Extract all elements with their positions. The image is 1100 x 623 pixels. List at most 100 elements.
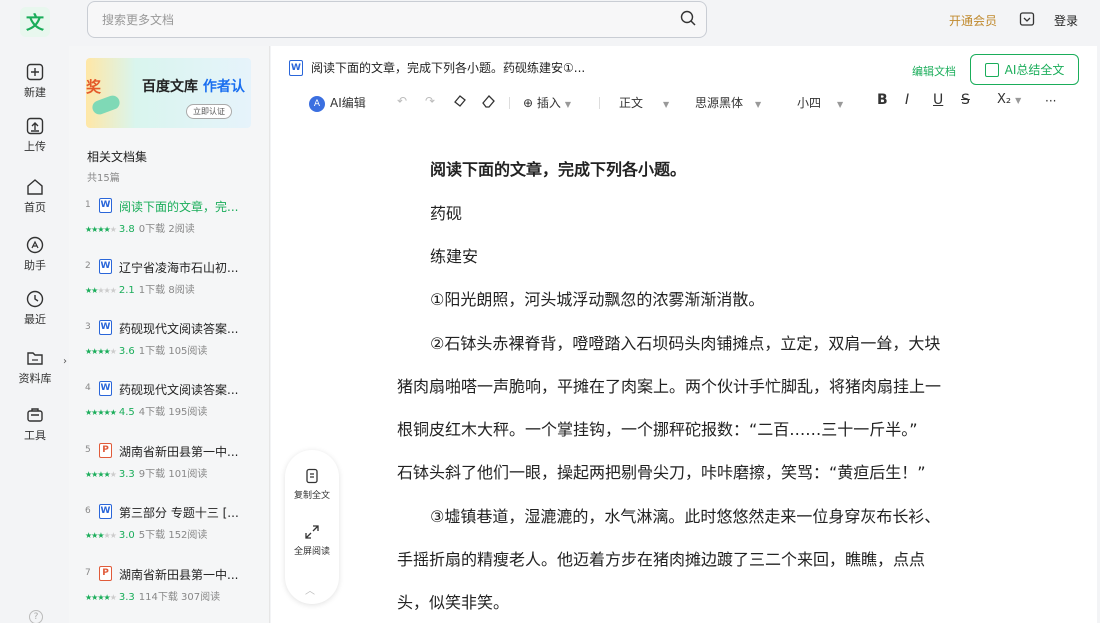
toolbar-divider bbox=[599, 97, 600, 109]
related-docs-sidebar: 奖 百度文库 作者认 立即认证 相关文档集 共15篇 1 W 阅读下面的文章，完..… bbox=[69, 46, 270, 623]
nav-home[interactable]: 首页 bbox=[8, 177, 62, 215]
upload-icon bbox=[25, 116, 45, 136]
redo-icon[interactable]: ↷ bbox=[425, 94, 435, 108]
font-size-dropdown[interactable]: 小四 ▼ bbox=[797, 94, 843, 111]
doc-index: 4 bbox=[85, 383, 91, 393]
doc-reads: 2阅读 bbox=[168, 224, 195, 235]
login-button[interactable]: 登录 bbox=[1054, 12, 1078, 29]
nav-library[interactable]: 资料库 bbox=[8, 348, 62, 386]
style-dropdown[interactable]: 正文 ▼ bbox=[619, 94, 669, 111]
expand-chevron-icon[interactable]: › bbox=[63, 356, 67, 367]
doc-downloads: 9下载 bbox=[138, 469, 166, 480]
nav-new[interactable]: 新建 bbox=[8, 62, 62, 100]
underline-button[interactable]: U bbox=[933, 92, 943, 108]
rating-stars-icon: ★★★★★ bbox=[85, 286, 117, 295]
pdf-file-icon: P bbox=[99, 566, 112, 581]
bold-button[interactable]: B bbox=[877, 92, 888, 108]
home-icon bbox=[25, 177, 45, 197]
word-file-icon: W bbox=[99, 198, 112, 213]
related-doc-item[interactable]: 2 W 辽宁省凌海市石山初... ★★★★★ 2.1 1下载 8阅读 bbox=[85, 257, 261, 305]
insert-plus-icon: ⊕ bbox=[523, 96, 534, 110]
doc-paragraph: 猪肉扇啪嗒一声脆响，平摊在了肉案上。两个伙计手忙脚乱，将猪肉扇挂上一 bbox=[397, 377, 942, 396]
related-doc-item[interactable]: 4 W 药砚现代文阅读答案... ★★★★★ 4.5 4下载 195阅读 bbox=[85, 379, 261, 427]
fullscreen-button[interactable]: 全屏阅读 bbox=[285, 524, 339, 557]
rating-stars-icon: ★★★★★ bbox=[85, 225, 117, 234]
fullscreen-icon bbox=[304, 524, 320, 540]
doc-paragraph: 石钵头斜了他们一眼，操起两把剔骨尖刀，咔咔磨擦，笑骂：“黄疸后生！” bbox=[397, 463, 926, 482]
rating-stars-icon: ★★★★★ bbox=[85, 470, 117, 479]
word-file-icon: W bbox=[99, 381, 112, 396]
message-icon[interactable] bbox=[1019, 11, 1035, 27]
related-doc-item[interactable]: 6 W 第三部分 专题十三 [... ★★★★★ 3.0 5下载 152阅读 bbox=[85, 502, 261, 550]
search-input[interactable] bbox=[102, 12, 680, 27]
doc-title: 辽宁省凌海市石山初... bbox=[119, 261, 239, 275]
nav-library-label: 资料库 bbox=[18, 372, 52, 385]
ai-summary-icon bbox=[984, 62, 999, 77]
open-membership-link[interactable]: 开通会员 bbox=[949, 12, 997, 29]
wenku-logo[interactable]: 文 bbox=[20, 7, 50, 37]
doc-title-row: W 阅读下面的文章，完成下列各小题。药砚练建安①... bbox=[289, 59, 585, 76]
toolbox-icon bbox=[25, 405, 45, 425]
author-cert-banner[interactable]: 奖 百度文库 作者认 立即认证 bbox=[86, 58, 251, 128]
doc-index: 6 bbox=[85, 506, 91, 516]
left-nav-rail: 文 新建 上传 首页 助手 最近 资料库 › 工具 ? bbox=[0, 0, 69, 623]
doc-score: 3.3 bbox=[118, 469, 135, 480]
insert-dropdown[interactable]: ⊕ 插入 ▼ bbox=[523, 94, 571, 111]
ai-summary-label: AI总结全文 bbox=[1004, 63, 1065, 77]
nav-assistant-label: 助手 bbox=[24, 259, 46, 272]
subscript-dropdown[interactable]: X₂ ▼ bbox=[997, 92, 1021, 107]
rating-stars-icon: ★★★★★ bbox=[85, 531, 117, 540]
rating-stars-icon: ★★★★★ bbox=[85, 347, 117, 356]
assistant-icon bbox=[25, 235, 45, 255]
more-button[interactable]: ··· bbox=[1045, 94, 1056, 108]
doc-downloads: 4下载 bbox=[138, 407, 166, 418]
help-icon[interactable]: ? bbox=[29, 610, 43, 623]
word-file-icon: W bbox=[99, 504, 112, 519]
related-doc-item[interactable]: 1 W 阅读下面的文章，完... ★★★★★ 3.8 0下载 2阅读 bbox=[85, 196, 261, 244]
nav-upload[interactable]: 上传 bbox=[8, 116, 62, 154]
doc-paragraph: ①阳光朗照，河头城浮动飘忽的浓雾渐渐消散。 bbox=[430, 290, 765, 309]
banner-cert-button[interactable]: 立即认证 bbox=[186, 104, 232, 119]
doc-score: 3.3 bbox=[118, 592, 135, 603]
nav-tools-label: 工具 bbox=[24, 429, 46, 442]
related-doc-item[interactable]: 3 W 药砚现代文阅读答案... ★★★★★ 3.6 1下载 105阅读 bbox=[85, 318, 261, 366]
fullscreen-label: 全屏阅读 bbox=[293, 547, 330, 557]
edit-doc-button[interactable]: 编辑文档 bbox=[912, 63, 956, 79]
ai-edit-icon: A bbox=[309, 95, 325, 112]
nav-new-label: 新建 bbox=[24, 86, 46, 99]
italic-button[interactable]: I bbox=[905, 92, 909, 108]
search-icon[interactable] bbox=[680, 10, 696, 29]
doc-title: 阅读下面的文章，完成下列各小题。药砚练建安①... bbox=[311, 61, 586, 75]
clock-icon bbox=[25, 289, 45, 309]
copy-all-button[interactable]: 复制全文 bbox=[285, 468, 339, 501]
nav-assistant[interactable]: 助手 bbox=[8, 235, 62, 273]
rating-stars-icon: ★★★★★ bbox=[85, 593, 117, 602]
related-doc-item[interactable]: 7 P 湖南省新田县第一中... ★★★★★ 3.3 114下载 307阅读 bbox=[85, 564, 261, 612]
font-dropdown[interactable]: 思源黑体 ▼ bbox=[695, 94, 761, 111]
pdf-file-icon: P bbox=[99, 443, 112, 458]
doc-reads: 101阅读 bbox=[168, 469, 208, 480]
related-doc-item[interactable]: 5 P 湖南省新田县第一中... ★★★★★ 3.3 9下载 101阅读 bbox=[85, 441, 261, 489]
doc-score: 4.5 bbox=[118, 407, 135, 418]
doc-title: 药砚现代文阅读答案... bbox=[119, 383, 239, 397]
doc-reads: 152阅读 bbox=[168, 530, 208, 541]
doc-index: 3 bbox=[85, 322, 91, 332]
doc-heading: 阅读下面的文章，完成下列各小题。 bbox=[430, 160, 687, 179]
scroll-top-chevron-icon[interactable]: ︿ bbox=[305, 582, 315, 597]
doc-paragraph: 根铜皮红木大秤。一个掌挂钩，一个挪秤砣报数：“二百……三十一斤半。” bbox=[397, 420, 918, 439]
undo-icon[interactable]: ↶ bbox=[397, 94, 407, 108]
ai-summary-button[interactable]: AI总结全文 bbox=[970, 54, 1079, 85]
format-painter-icon[interactable] bbox=[453, 94, 467, 111]
copy-all-label: 复制全文 bbox=[293, 491, 330, 501]
nav-tools[interactable]: 工具 bbox=[8, 405, 62, 443]
floating-action-bar: 复制全文 全屏阅读 ︿ bbox=[285, 450, 339, 604]
ai-edit-button[interactable]: A AI编辑 bbox=[309, 94, 366, 112]
doc-downloads: 1下载 bbox=[138, 346, 166, 357]
strikethrough-button[interactable]: S bbox=[961, 92, 970, 108]
nav-upload-label: 上传 bbox=[24, 140, 46, 153]
word-file-icon: W bbox=[289, 59, 303, 76]
nav-recent[interactable]: 最近 bbox=[8, 289, 62, 327]
eraser-icon[interactable] bbox=[481, 94, 495, 111]
nav-recent-label: 最近 bbox=[24, 313, 46, 326]
doc-index: 7 bbox=[85, 568, 91, 578]
